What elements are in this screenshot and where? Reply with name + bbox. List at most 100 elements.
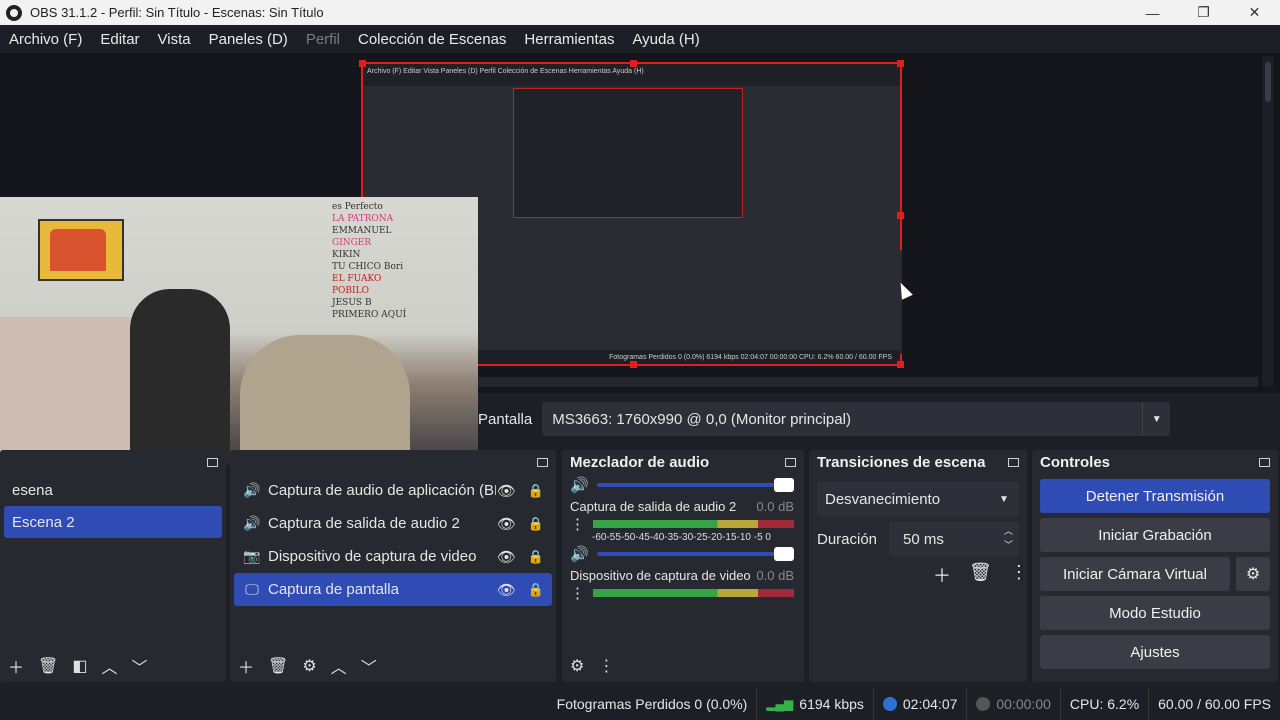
status-bar: Fotogramas Perdidos 0 (0.0%) ▂▄▆ 6194 kbp…: [0, 688, 1280, 720]
wall-painting: [38, 219, 124, 281]
wall-name: EMMANUEL: [332, 226, 392, 236]
duration-label: Duración: [817, 530, 878, 548]
spin-arrows-icon[interactable]: ︿ ﹀: [1004, 524, 1013, 552]
audio-mixer-dock: Mezclador de audio 🔊 Captura de salida d…: [562, 450, 804, 682]
float-dock-icon[interactable]: [1008, 457, 1019, 467]
source-item-selected[interactable]: 🖵 Captura de pantalla 👁 🔒: [234, 573, 552, 606]
preview-vertical-scrollbar[interactable]: [1262, 56, 1274, 386]
window-title: OBS 31.1.2 - Perfil: Sin Título - Escena…: [30, 5, 324, 20]
menu-editar[interactable]: Editar: [91, 31, 148, 48]
chevron-down-icon[interactable]: ▼: [1142, 402, 1170, 436]
transition-value: Desvanecimiento: [825, 490, 941, 508]
menu-herramientas[interactable]: Herramientas: [515, 31, 623, 48]
menu-coleccion-escenas[interactable]: Colección de Escenas: [349, 31, 515, 48]
source-item[interactable]: 🔊 Captura de audio de aplicación (BETA) …: [234, 474, 552, 507]
source-properties-bar: Pantalla MS3663: 1760x990 @ 0,0 (Monitor…: [478, 398, 1280, 440]
scene-filters-icon[interactable]: ◧: [72, 656, 87, 676]
inner-preview-recursion: [513, 88, 743, 218]
speaker-icon: 🔊: [243, 482, 261, 498]
studio-mode-button[interactable]: Modo Estudio: [1040, 596, 1270, 630]
display-select[interactable]: MS3663: 1760x990 @ 0,0 (Monitor principa…: [542, 402, 1171, 436]
remove-source-icon[interactable]: 🗑: [268, 656, 288, 676]
kebab-menu-icon[interactable]: ⋮: [570, 515, 585, 533]
source-item[interactable]: 📷 Dispositivo de captura de video 👁 🔒: [234, 540, 552, 573]
move-down-icon[interactable]: ﹀: [361, 654, 377, 678]
monitor-icon: 🖵: [245, 581, 259, 597]
webcam-video-source[interactable]: es Perfecto LA PATRONA EMMANUEL GINGER K…: [0, 197, 478, 465]
start-recording-button[interactable]: Iniciar Grabación: [1040, 518, 1270, 552]
wall-name: PRIMERO AQUÍ: [332, 310, 407, 320]
add-scene-icon[interactable]: ＋: [8, 654, 24, 678]
menu-perfil[interactable]: Perfil: [297, 31, 349, 48]
add-source-icon[interactable]: ＋: [238, 654, 254, 678]
stop-streaming-button[interactable]: Detener Transmisión: [1040, 479, 1270, 513]
resize-handle-tr[interactable]: [897, 60, 904, 67]
resize-handle-br[interactable]: [897, 361, 904, 368]
eye-icon[interactable]: 👁: [497, 548, 516, 566]
inner-capture-docks: [478, 250, 902, 354]
live-indicator-icon: [882, 697, 897, 711]
maximize-button[interactable]: ❐: [1178, 0, 1229, 25]
volume-slider[interactable]: [596, 478, 794, 492]
mixer-menu-icon[interactable]: ⋮: [598, 656, 614, 676]
minimize-button[interactable]: —: [1127, 0, 1178, 25]
float-dock-icon[interactable]: [537, 457, 548, 467]
speaker-icon[interactable]: 🔊: [570, 545, 589, 563]
move-up-icon[interactable]: ︿: [331, 654, 347, 678]
resize-handle-right[interactable]: [897, 212, 904, 219]
eye-icon[interactable]: 👁: [497, 482, 516, 500]
volume-slider[interactable]: [596, 547, 794, 561]
settings-button[interactable]: Ajustes: [1040, 635, 1270, 669]
controls-title: Controles: [1040, 453, 1111, 471]
remove-transition-icon[interactable]: 🗑: [969, 562, 992, 588]
resize-handle-top[interactable]: [630, 60, 637, 67]
float-dock-icon[interactable]: [1259, 457, 1270, 467]
lock-icon[interactable]: 🔒: [528, 516, 544, 532]
channel-name: Dispositivo de captura de video: [570, 567, 751, 583]
gear-icon[interactable]: ⚙: [1236, 557, 1270, 591]
title-bar: OBS 31.1.2 - Perfil: Sin Título - Escena…: [0, 0, 1280, 25]
preview-horizontal-scrollbar[interactable]: [478, 377, 1258, 387]
scene-item-selected[interactable]: Escena 2: [4, 506, 222, 538]
move-down-icon[interactable]: ﹀: [131, 654, 147, 678]
eye-icon[interactable]: 👁: [497, 515, 516, 533]
source-item[interactable]: 🔊 Captura de salida de audio 2 👁 🔒: [234, 507, 552, 540]
lock-icon[interactable]: 🔒: [528, 549, 544, 565]
scene-item[interactable]: esena: [4, 474, 222, 506]
start-virtual-camera-button[interactable]: Iniciar Cámara Virtual: [1040, 557, 1230, 591]
source-properties-gear-icon[interactable]: ⚙: [302, 656, 316, 676]
wall-name: TU CHICO Bori: [332, 262, 404, 272]
menu-vista[interactable]: Vista: [149, 31, 200, 48]
transition-select[interactable]: Desvanecimiento ▼: [817, 482, 1019, 516]
resize-handle-tl[interactable]: [359, 60, 366, 67]
remove-scene-icon[interactable]: 🗑: [38, 656, 58, 676]
menu-archivo[interactable]: Archivo (F): [0, 31, 91, 48]
menu-paneles[interactable]: Paneles (D): [200, 31, 297, 48]
float-dock-icon[interactable]: [785, 457, 796, 467]
speaker-icon[interactable]: 🔊: [570, 476, 589, 494]
person-right: [240, 335, 410, 465]
lock-icon[interactable]: 🔒: [528, 582, 544, 598]
close-button[interactable]: ✕: [1229, 0, 1280, 25]
float-dock-icon[interactable]: [207, 457, 218, 467]
recording-time: 00:00:00: [996, 696, 1051, 712]
stream-time: 02:04:07: [902, 696, 958, 712]
wall-name: EL FUAKO: [332, 274, 382, 284]
add-transition-icon[interactable]: ＋: [933, 562, 951, 588]
mixer-channel: Captura de salida de audio 2 0.0 dB ⋮ -60…: [570, 496, 794, 565]
source-label: Captura de pantalla: [268, 581, 399, 598]
advanced-audio-gear-icon[interactable]: ⚙: [570, 656, 584, 676]
resize-handle-bottom[interactable]: [630, 361, 637, 368]
meter-scale: -60-55-50-45-40-35-30-25-20-15-10 -5 0: [592, 532, 771, 543]
inner-capture-menu: Archivo (F) Editar Vista Paneles (D) Per…: [363, 64, 900, 86]
cpu-usage: CPU: 6.2%: [1069, 696, 1140, 712]
menu-ayuda[interactable]: Ayuda (H): [623, 31, 708, 48]
channel-name: Captura de salida de audio 2: [570, 498, 737, 514]
duration-value: 50 ms: [903, 530, 944, 548]
transition-menu-icon[interactable]: ⋮: [1010, 562, 1028, 588]
duration-spinbox[interactable]: 50 ms ︿ ﹀: [889, 522, 1019, 556]
kebab-menu-icon[interactable]: ⋮: [570, 584, 585, 602]
eye-icon[interactable]: 👁: [497, 581, 516, 599]
move-up-icon[interactable]: ︿: [101, 654, 117, 678]
lock-icon[interactable]: 🔒: [528, 483, 544, 499]
